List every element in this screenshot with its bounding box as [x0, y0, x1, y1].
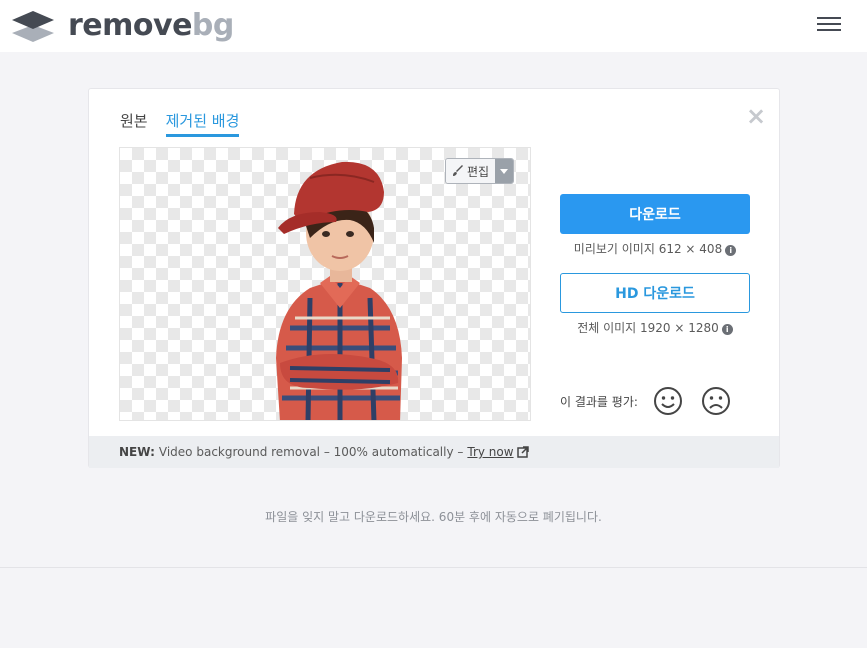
footer-divider	[0, 567, 867, 568]
tab-removed-background[interactable]: 제거된 배경	[165, 111, 240, 137]
full-size-text: 전체 이미지 1920 × 1280	[577, 321, 719, 335]
top-header: removebg	[0, 0, 867, 52]
hamburger-menu-icon[interactable]	[814, 13, 844, 39]
auto-delete-notice: 파일을 잊지 말고 다운로드하세요. 60분 후에 자동으로 폐기됩니다.	[265, 510, 602, 524]
brush-icon	[453, 165, 463, 176]
frowning-face-icon[interactable]	[700, 385, 732, 417]
info-icon[interactable]: i	[725, 245, 737, 256]
result-preview-image: 편집	[119, 147, 531, 421]
hd-download-button[interactable]: HD 다운로드	[560, 273, 750, 313]
preview-size-info: 미리보기 이미지 612 × 408 i	[560, 240, 750, 257]
video-promo-banner: NEW: Video background removal – 100% aut…	[89, 436, 779, 468]
edit-button[interactable]: 편집	[446, 159, 496, 183]
tab-original[interactable]: 원본	[120, 111, 148, 137]
logo-layers-icon	[12, 11, 54, 42]
edit-label: 편집	[467, 164, 490, 179]
close-icon[interactable]: ×	[745, 104, 767, 128]
external-link-icon[interactable]	[516, 446, 529, 458]
logo-wordmark: removebg	[68, 8, 234, 43]
rating-row: 이 결과를 평가:	[560, 385, 748, 417]
result-card: 원본 제거된 배경 × 편집 다운로드 미리보기 이미지 612 × 408 i…	[88, 88, 780, 468]
banner-text: Video background removal – 100% automati…	[158, 445, 464, 459]
rating-label: 이 결과를 평가:	[560, 394, 638, 409]
edit-dropdown-toggle[interactable]	[495, 159, 514, 183]
smiley-face-icon[interactable]	[652, 385, 684, 417]
download-button[interactable]: 다운로드	[560, 194, 750, 234]
full-size-info: 전체 이미지 1920 × 1280 i	[560, 319, 750, 336]
subject-cutout-image	[276, 161, 402, 420]
preview-size-text: 미리보기 이미지 612 × 408	[573, 242, 723, 256]
info-icon[interactable]: i	[721, 324, 733, 335]
edit-button-group: 편집	[445, 158, 515, 184]
logo[interactable]: removebg	[11, 9, 234, 43]
banner-new-badge: NEW:	[119, 445, 155, 459]
view-tabs: 원본 제거된 배경	[120, 111, 257, 137]
caret-down-icon	[500, 168, 509, 174]
try-now-link[interactable]: Try now	[467, 445, 513, 459]
